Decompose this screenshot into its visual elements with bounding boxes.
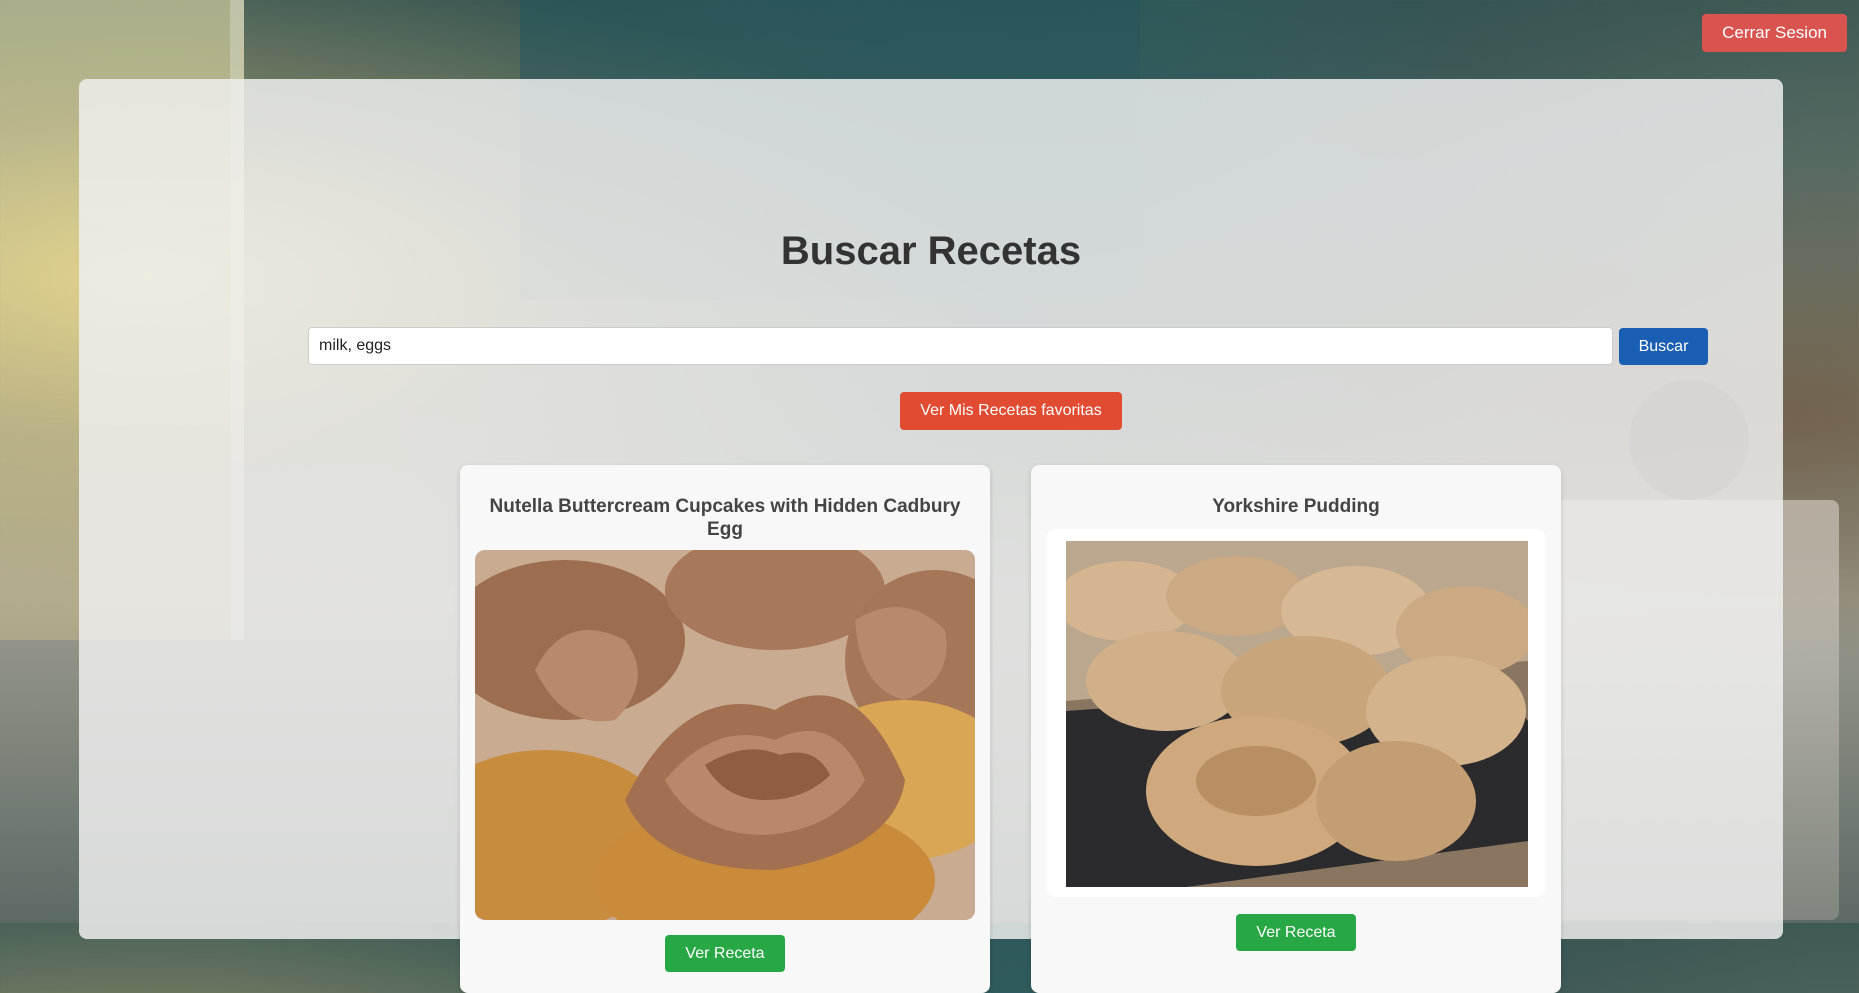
main-panel: Buscar Recetas Buscar Ver Mis Recetas fa… <box>79 79 1783 993</box>
page-title: Buscar Recetas <box>780 229 1082 273</box>
favorites-button[interactable]: Ver Mis Recetas favoritas <box>900 392 1122 430</box>
recipe-title: Nutella Buttercream Cupcakes with Hidden… <box>489 496 961 540</box>
view-recipe-button[interactable]: Ver Receta <box>665 935 785 972</box>
view-recipe-button[interactable]: Ver Receta <box>1236 914 1356 951</box>
search-input[interactable] <box>308 327 1613 365</box>
recipe-card: Yorkshire Pudding Ver Receta <box>1031 465 1561 993</box>
search-button[interactable]: Buscar <box>1619 328 1708 365</box>
logout-button[interactable]: Cerrar Sesion <box>1702 14 1847 52</box>
recipe-image <box>475 550 975 920</box>
recipe-card: Nutella Buttercream Cupcakes with Hidden… <box>460 465 990 993</box>
recipe-image-frame <box>1046 529 1546 897</box>
recipe-image <box>1066 541 1528 887</box>
recipe-title: Yorkshire Pudding <box>1212 496 1380 517</box>
